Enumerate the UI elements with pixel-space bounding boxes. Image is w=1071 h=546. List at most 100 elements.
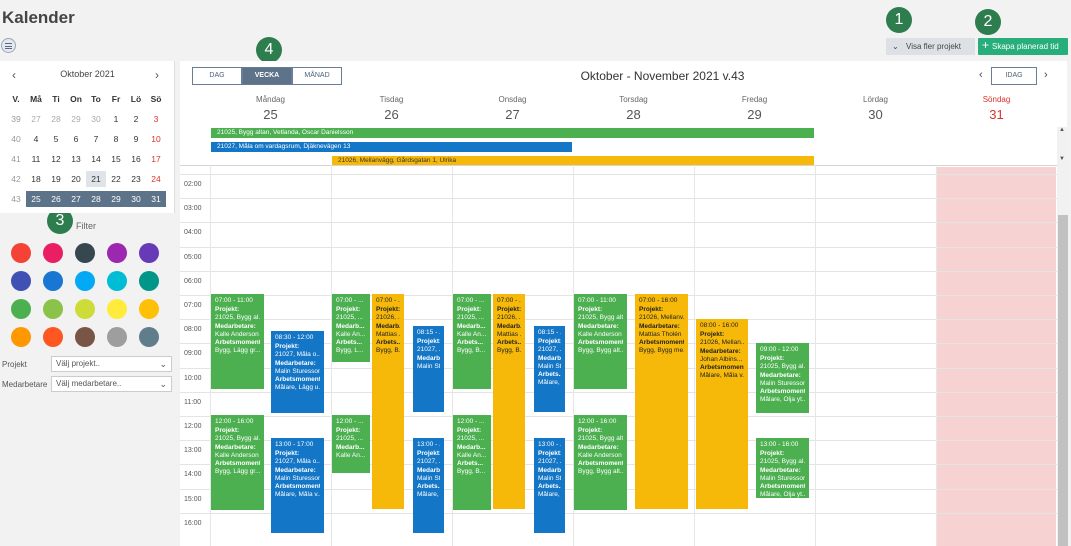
member-select[interactable]: Välj medarbetare.. ⌄ bbox=[51, 376, 172, 392]
day-cell[interactable]: 22 bbox=[106, 171, 126, 187]
color-swatch[interactable] bbox=[11, 299, 31, 319]
color-swatch[interactable] bbox=[75, 299, 95, 319]
day-cell[interactable]: 4 bbox=[26, 131, 46, 147]
event-detail: Kalle An... bbox=[457, 451, 487, 459]
color-swatch[interactable] bbox=[11, 271, 31, 291]
day-cell[interactable]: 10 bbox=[146, 131, 166, 147]
day-cell[interactable]: 5 bbox=[46, 131, 66, 147]
create-planned-time-button[interactable]: + Skapa planerad tid bbox=[978, 38, 1068, 55]
color-swatch[interactable] bbox=[75, 271, 95, 291]
calendar-event[interactable]: 13:00 - 17:00 Projekt: 21027, Måla o... Med… bbox=[271, 438, 324, 533]
calendar-event[interactable]: 12:00 - ... Projekt: 21025, ... Medarb... Ka… bbox=[332, 415, 370, 473]
color-swatch[interactable] bbox=[139, 271, 159, 291]
scroll-down-icon[interactable]: ▼ bbox=[1059, 156, 1065, 162]
calendar-event[interactable]: 08:15 - ... Projekt:21027, ...Medarb...Ma… bbox=[413, 326, 444, 412]
day-cell[interactable]: 6 bbox=[66, 131, 86, 147]
day-cell[interactable]: 12 bbox=[46, 151, 66, 167]
calendar-event[interactable]: 08:15 - ... Projekt:21027, ...Medarb...Ma… bbox=[534, 326, 565, 412]
next-week-icon[interactable]: › bbox=[1044, 69, 1048, 81]
day-cell-selected[interactable]: 25 bbox=[26, 191, 46, 207]
view-day-button[interactable]: DAG bbox=[192, 67, 242, 85]
day-cell-today[interactable]: 21 bbox=[86, 171, 106, 187]
day-cell-selected[interactable]: 28 bbox=[86, 191, 106, 207]
scroll-up-icon[interactable]: ▲ bbox=[1059, 127, 1065, 133]
day-header-sunday[interactable]: Söndag 31 bbox=[936, 95, 1057, 122]
calendar-event[interactable]: 12:00 - 16:00 Projekt:21025, Bygg alt...M… bbox=[574, 415, 627, 510]
day-cell[interactable]: 18 bbox=[26, 171, 46, 187]
day-header-wednesday[interactable]: Onsdag 27 bbox=[452, 95, 573, 122]
day-cell[interactable]: 29 bbox=[66, 111, 86, 127]
day-cell[interactable]: 28 bbox=[46, 111, 66, 127]
calendar-event[interactable]: 12:00 - ... Projekt: 21025, ... Medarb... Ka… bbox=[453, 415, 491, 510]
day-cell[interactable]: 13 bbox=[66, 151, 86, 167]
color-swatch[interactable] bbox=[43, 243, 63, 263]
day-cell-selected[interactable]: 26 bbox=[46, 191, 66, 207]
day-cell[interactable]: 24 bbox=[146, 171, 166, 187]
day-cell[interactable]: 11 bbox=[26, 151, 46, 167]
calendar-event[interactable]: 12:00 - 16:00 Projekt: 21025, Bygg al... Me… bbox=[211, 415, 264, 510]
color-swatch[interactable] bbox=[107, 243, 127, 263]
allday-event[interactable]: 21025, Bygg altan, Vetlanda, Oscar Danie… bbox=[211, 128, 814, 138]
calendar-event[interactable]: 08:30 - 12:00 Projekt: 21027, Måla o... Med… bbox=[271, 331, 324, 413]
calendar-event[interactable]: 07:00 - 11:00 Projekt: 21025, Bygg al... Me… bbox=[211, 294, 264, 389]
day-cell[interactable]: 16 bbox=[126, 151, 146, 167]
calendar-event[interactable]: 13:00 - ... Projekt:21027, ...Medarb...Ma… bbox=[413, 438, 444, 533]
color-swatch[interactable] bbox=[11, 243, 31, 263]
color-swatch[interactable] bbox=[107, 299, 127, 319]
calendar-event[interactable]: 07:00 - ... Projekt:21026, ...Medarb...Ma… bbox=[493, 294, 525, 509]
calendar-event[interactable]: 07:00 - 11:00 Projekt:21025, Bygg alt...M… bbox=[574, 294, 627, 389]
calendar-event[interactable]: 09:00 - 12:00 Projekt: 21025, Bygg al... Me… bbox=[756, 343, 809, 413]
day-cell[interactable]: 8 bbox=[106, 131, 126, 147]
calendar-event[interactable]: 13:00 - 16:00 Projekt: 21025, Bygg al... Me… bbox=[756, 438, 809, 498]
day-cell[interactable]: 9 bbox=[126, 131, 146, 147]
day-header-monday[interactable]: Måndag 25 bbox=[210, 95, 331, 122]
today-button[interactable]: IDAG bbox=[991, 67, 1037, 85]
project-select[interactable]: Välj projekt.. ⌄ bbox=[51, 356, 172, 372]
calendar-event[interactable]: 13:00 - ... Projekt:21027, ...Medarb...Ma… bbox=[534, 438, 565, 533]
color-swatch[interactable] bbox=[43, 327, 63, 347]
calendar-event[interactable]: 07:00 - ... Projekt: 21025, ... Medarb... Ka… bbox=[332, 294, 370, 362]
day-cell[interactable]: 15 bbox=[106, 151, 126, 167]
view-month-button[interactable]: MÅNAD bbox=[292, 67, 342, 85]
view-week-button[interactable]: VECKA bbox=[242, 67, 292, 85]
day-cell[interactable]: 14 bbox=[86, 151, 106, 167]
day-header-saturday[interactable]: Lördag 30 bbox=[815, 95, 936, 122]
day-cell[interactable]: 2 bbox=[126, 111, 146, 127]
prev-week-icon[interactable]: ‹ bbox=[979, 69, 983, 81]
color-swatch[interactable] bbox=[75, 243, 95, 263]
color-swatch[interactable] bbox=[43, 271, 63, 291]
color-swatch[interactable] bbox=[75, 327, 95, 347]
color-swatch[interactable] bbox=[107, 271, 127, 291]
day-cell[interactable]: 17 bbox=[146, 151, 166, 167]
color-swatch[interactable] bbox=[43, 299, 63, 319]
color-swatch[interactable] bbox=[139, 243, 159, 263]
menu-toggle-button[interactable] bbox=[1, 38, 16, 53]
calendar-event[interactable]: 07:00 - 16:00 Projekt: 21026, Mellanv... Me… bbox=[635, 294, 688, 509]
color-swatch[interactable] bbox=[139, 327, 159, 347]
mini-cal-next-icon[interactable]: › bbox=[155, 68, 159, 82]
day-cell[interactable]: 30 bbox=[86, 111, 106, 127]
calendar-event[interactable]: 07:00 - ... Projekt: 21025, ... Medarb... Ka… bbox=[453, 294, 491, 389]
day-cell[interactable]: 19 bbox=[46, 171, 66, 187]
day-header-tuesday[interactable]: Tisdag 26 bbox=[331, 95, 452, 122]
day-cell-selected[interactable]: 27 bbox=[66, 191, 86, 207]
color-swatch[interactable] bbox=[11, 327, 31, 347]
color-swatch[interactable] bbox=[139, 299, 159, 319]
day-cell[interactable]: 3 bbox=[146, 111, 166, 127]
calendar-event[interactable]: 08:00 - 16:00 Projekt: 21026, Mellan... Med… bbox=[696, 319, 748, 509]
day-cell-selected[interactable]: 31 bbox=[146, 191, 166, 207]
day-header-friday[interactable]: Fredag 29 bbox=[694, 95, 815, 122]
day-cell[interactable]: 1 bbox=[106, 111, 126, 127]
day-cell[interactable]: 27 bbox=[26, 111, 46, 127]
day-cell[interactable]: 20 bbox=[66, 171, 86, 187]
show-more-projects-button[interactable]: ⌄ Visa fler projekt bbox=[886, 38, 975, 55]
day-header-thursday[interactable]: Torsdag 28 bbox=[573, 95, 694, 122]
color-swatch[interactable] bbox=[107, 327, 127, 347]
day-cell[interactable]: 7 bbox=[86, 131, 106, 147]
calendar-event[interactable]: 07:00 - ... Projekt:21026, ...Medarb...Ma… bbox=[372, 294, 404, 509]
day-cell-selected[interactable]: 30 bbox=[126, 191, 146, 207]
day-cell[interactable]: 23 bbox=[126, 171, 146, 187]
day-cell-selected[interactable]: 29 bbox=[106, 191, 126, 207]
time-grid-scroll-thumb[interactable] bbox=[1058, 215, 1068, 546]
allday-event[interactable]: 21027, Måla om vardagsrum, Djäknevägen 1… bbox=[211, 142, 572, 152]
